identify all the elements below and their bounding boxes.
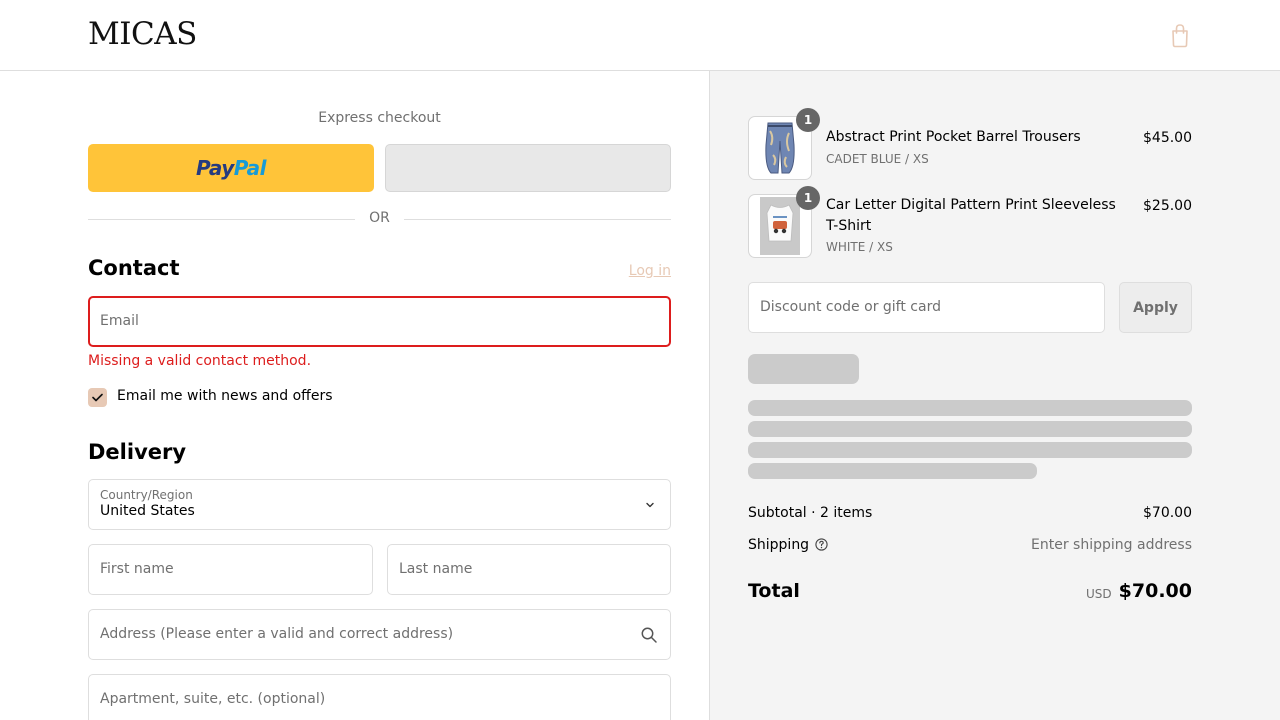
newsletter-label: Email me with news and offers [117,388,333,404]
delivery-heading: Delivery [88,440,187,464]
total-currency: USD [1086,587,1112,601]
apply-button[interactable]: Apply [1119,282,1192,333]
country-label: Country/Region [100,488,193,502]
chevron-down-icon [646,502,654,508]
first-name-field[interactable]: First name [88,544,373,595]
address-placeholder: Address (Please enter a valid and correc… [100,626,454,642]
contact-heading: Contact [88,256,180,280]
last-name-field[interactable]: Last name [387,544,671,595]
total-value: $70.00 [1118,580,1192,602]
paypal-logo: PayPal [195,156,267,180]
subtotal-label: Subtotal · 2 items [748,505,873,521]
address-field[interactable]: Address (Please enter a valid and correc… [88,609,671,660]
paypal-button[interactable]: PayPal [88,144,374,192]
or-divider: OR [88,210,671,228]
checkmark-icon [92,393,103,402]
item-price: $45.00 [1143,130,1192,146]
subtotal-value: $70.00 [1143,505,1192,521]
shipping-row: Shipping [748,537,828,553]
shipping-value: Enter shipping address [1031,537,1192,553]
express-payment-button[interactable] [385,144,671,192]
loading-skeleton [748,400,1192,416]
loading-skeleton [748,354,859,384]
apartment-field[interactable]: Apartment, suite, etc. (optional) [88,674,671,720]
quantity-badge: 1 [796,186,820,210]
search-icon [641,627,657,643]
quantity-badge: 1 [796,108,820,132]
shipping-label: Shipping [748,537,810,553]
country-select[interactable]: Country/Region United States [88,479,671,530]
loading-skeleton [748,463,1037,479]
loading-skeleton [748,442,1192,458]
discount-input[interactable]: Discount code or gift card [748,282,1105,333]
email-placeholder: Email [100,313,139,329]
apartment-placeholder: Apartment, suite, etc. (optional) [100,691,326,707]
email-field[interactable]: Email [88,296,671,347]
loading-skeleton [748,421,1192,437]
first-name-placeholder: First name [100,561,174,577]
item-name: Abstract Print Pocket Barrel Trousers [826,129,1081,145]
shopping-bag-icon[interactable] [1168,22,1192,48]
express-checkout-label: Express checkout [318,110,441,126]
total-label: Total [748,580,800,602]
newsletter-checkbox[interactable] [88,388,107,407]
item-price: $25.00 [1143,198,1192,214]
store-logo[interactable]: MICAS [88,16,197,52]
or-label: OR [369,210,390,226]
discount-placeholder: Discount code or gift card [760,299,941,315]
help-icon[interactable] [815,538,828,551]
country-value: United States [100,503,195,519]
item-name: Car Letter Digital Pattern Print Sleevel… [826,197,1116,234]
item-variant: CADET BLUE / XS [826,152,929,166]
header: MICAS [0,0,1280,71]
email-error-message: Missing a valid contact method. [88,353,312,369]
item-variant: WHITE / XS [826,240,893,254]
last-name-placeholder: Last name [399,561,473,577]
login-link[interactable]: Log in [600,263,671,279]
